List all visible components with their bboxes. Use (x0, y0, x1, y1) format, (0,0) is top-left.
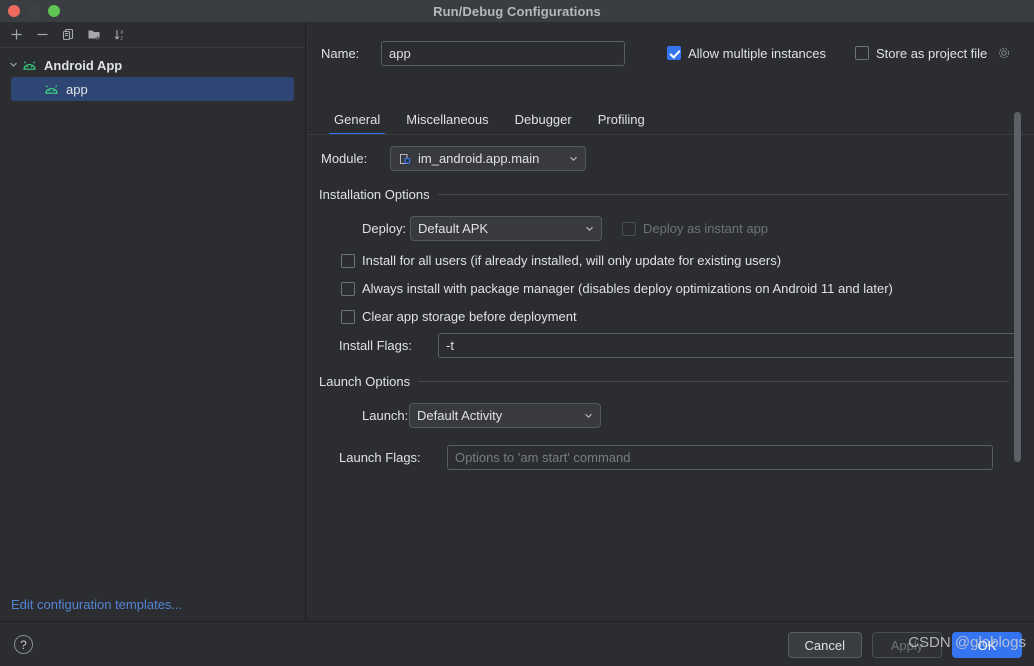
minimize-window-button[interactable] (28, 5, 40, 17)
chevron-down-icon[interactable] (574, 223, 595, 234)
tree-group-android-app[interactable]: Android App (0, 53, 305, 77)
launch-flags-row: Launch Flags: (339, 445, 993, 470)
form-scrollbar[interactable] (1014, 112, 1021, 462)
configurations-sidebar: a z Android App app Edit configuration t… (0, 22, 306, 621)
configuration-form: Name: Allow multiple instances Store as … (307, 22, 1034, 621)
allow-multiple-instances-label: Allow multiple instances (688, 45, 827, 61)
close-window-button[interactable] (8, 5, 20, 17)
launch-dropdown[interactable]: Default Activity (409, 403, 601, 428)
chevron-down-icon[interactable] (573, 410, 594, 421)
checkbox-box[interactable] (341, 309, 355, 324)
checkbox-box[interactable] (855, 46, 870, 60)
tab-profiling[interactable]: Profiling (585, 104, 658, 134)
module-row: Module: im_android.app.main (321, 146, 586, 171)
maximize-window-button[interactable] (48, 5, 60, 17)
help-button[interactable]: ? (14, 635, 33, 654)
launch-value: Default Activity (417, 408, 503, 423)
ok-button[interactable]: OK (952, 632, 1022, 658)
deploy-as-instant-app-checkbox: Deploy as instant app (622, 221, 768, 236)
folder-add-icon[interactable] (82, 24, 106, 46)
tab-debugger[interactable]: Debugger (502, 104, 585, 134)
launch-flags-input[interactable] (447, 445, 993, 470)
tree-item-app[interactable]: app (11, 77, 294, 101)
android-icon (22, 60, 37, 71)
checkbox-box (622, 221, 636, 236)
checkbox-box[interactable] (341, 253, 355, 268)
clear-app-storage-label: Clear app storage before deployment (362, 309, 577, 324)
clear-app-storage-checkbox[interactable]: Clear app storage before deployment (341, 309, 893, 324)
name-input[interactable] (381, 40, 625, 66)
module-dropdown[interactable]: im_android.app.main (390, 146, 586, 171)
installation-checkbox-list: Install for all users (if already instal… (341, 253, 893, 337)
module-label: Module: (321, 151, 368, 166)
section-divider (437, 194, 1009, 195)
module-value: im_android.app.main (418, 151, 540, 166)
launch-row: Launch: Default Activity (362, 403, 601, 428)
installation-options-section-header: Installation Options (319, 187, 1009, 202)
tab-general[interactable]: General (321, 104, 393, 135)
dialog-footer: ? Cancel Apply OK (0, 622, 1034, 666)
section-title: Installation Options (319, 187, 430, 202)
tree-item-label: app (66, 81, 88, 97)
name-label: Name: (321, 45, 360, 61)
gear-icon[interactable] (997, 46, 1011, 60)
deploy-as-instant-app-label: Deploy as instant app (643, 221, 769, 236)
settings-tabs: General Miscellaneous Debugger Profiling (321, 102, 1021, 135)
launch-label: Launch: (362, 408, 409, 423)
allow-multiple-instances-checkbox[interactable]: Allow multiple instances (667, 46, 826, 61)
configurations-tree: Android App app (0, 48, 305, 101)
window-title: Run/Debug Configurations (433, 3, 601, 19)
add-configuration-button[interactable] (4, 24, 28, 46)
apply-button: Apply (872, 632, 942, 658)
install-for-all-users-checkbox[interactable]: Install for all users (if already instal… (341, 253, 893, 268)
android-icon (44, 84, 59, 95)
chevron-down-icon[interactable] (8, 58, 22, 73)
install-flags-input[interactable] (438, 333, 1018, 358)
checkbox-box[interactable] (341, 281, 355, 296)
copy-configuration-button[interactable] (56, 24, 80, 46)
deploy-label: Deploy: (362, 221, 407, 236)
always-install-with-package-manager-checkbox[interactable]: Always install with package manager (dis… (341, 281, 893, 296)
title-bar: Run/Debug Configurations (0, 0, 1034, 22)
tab-label: General (334, 111, 381, 127)
tab-label: Miscellaneous (406, 111, 489, 127)
deploy-dropdown[interactable]: Default APK (410, 216, 602, 241)
sidebar-toolbar: a z (0, 22, 305, 48)
module-icon (398, 152, 412, 166)
remove-configuration-button[interactable] (30, 24, 54, 46)
edit-configuration-templates-link[interactable]: Edit configuration templates... (11, 597, 182, 612)
deploy-value: Default APK (418, 221, 489, 236)
sort-az-icon[interactable]: a z (108, 24, 132, 46)
run-debug-configurations-dialog: Run/Debug Configurations a z Android App… (0, 0, 1034, 666)
window-controls (8, 5, 60, 17)
checkbox-box[interactable] (667, 46, 681, 60)
section-divider (418, 381, 1009, 382)
cancel-button[interactable]: Cancel (787, 632, 862, 658)
footer-buttons: Cancel Apply OK (787, 632, 1022, 658)
install-flags-row: Install Flags: (339, 333, 1018, 358)
tab-miscellaneous[interactable]: Miscellaneous (393, 104, 501, 134)
launch-options-section-header: Launch Options (319, 374, 1009, 389)
tabs-divider (307, 134, 1034, 135)
name-row: Name: Allow multiple instances Store as … (321, 40, 1021, 66)
tab-label: Debugger (514, 111, 572, 127)
install-flags-label: Install Flags: (339, 338, 412, 353)
store-as-project-file-checkbox[interactable]: Store as project file (855, 46, 1011, 61)
install-for-all-users-label: Install for all users (if already instal… (362, 253, 782, 268)
section-title: Launch Options (319, 374, 411, 389)
tab-label: Profiling (597, 111, 645, 127)
deploy-row: Deploy: Default APK Deploy as instant ap… (362, 216, 768, 241)
always-install-with-package-manager-label: Always install with package manager (dis… (362, 281, 893, 296)
chevron-down-icon[interactable] (558, 153, 579, 164)
store-as-project-file-label: Store as project file (876, 45, 988, 61)
svg-text:z: z (120, 36, 123, 42)
launch-flags-label: Launch Flags: (339, 450, 421, 465)
tree-group-label: Android App (44, 57, 123, 73)
